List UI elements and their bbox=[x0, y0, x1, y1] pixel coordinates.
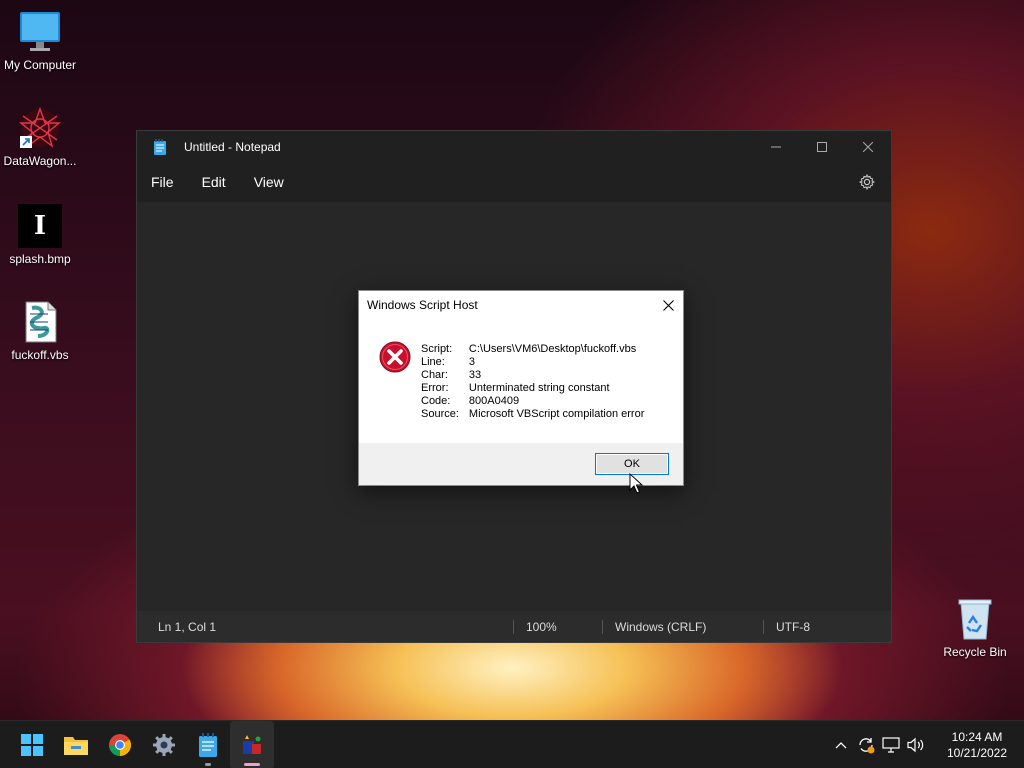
error-detail-value: 33 bbox=[468, 369, 482, 381]
status-zoom: 100% bbox=[526, 619, 557, 634]
error-detail-value: 3 bbox=[468, 356, 476, 368]
volume-button[interactable] bbox=[903, 721, 928, 768]
status-cursor-position: Ln 1, Col 1 bbox=[158, 619, 217, 634]
monitor-icon bbox=[18, 10, 62, 54]
sync-icon bbox=[858, 738, 874, 754]
settings-button[interactable] bbox=[849, 167, 885, 197]
gear-icon bbox=[859, 174, 875, 190]
menu-view[interactable]: View bbox=[244, 168, 294, 196]
error-detail-row: Code: 800A0409 bbox=[419, 395, 652, 408]
desktop-icon-label: splash.bmp bbox=[9, 252, 71, 266]
status-encoding: UTF-8 bbox=[776, 619, 810, 634]
maximize-button[interactable] bbox=[799, 131, 845, 162]
clock-time: 10:24 AM bbox=[951, 730, 1003, 744]
taskbar-file-explorer[interactable] bbox=[54, 721, 98, 768]
notepad-status-bar: Ln 1, Col 1 100% Windows (CRLF) UTF-8 bbox=[137, 611, 891, 642]
taskbar-clock[interactable]: 10:24 AM 10/21/2022 bbox=[934, 729, 1020, 761]
system-tray: 10:24 AM 10/21/2022 bbox=[828, 721, 1024, 768]
taskbar: 10:24 AM 10/21/2022 bbox=[0, 720, 1024, 768]
error-detail-row: Script: C:\Users\VM6\Desktop\fuckoff.vbs bbox=[419, 343, 652, 356]
notepad-app-icon bbox=[153, 138, 167, 155]
error-detail-value: 800A0409 bbox=[468, 395, 520, 407]
close-button[interactable] bbox=[845, 131, 891, 162]
error-detail-row: Source: Microsoft VBScript compilation er… bbox=[419, 408, 652, 421]
desktop-icon-recycle-bin[interactable]: Recycle Bin bbox=[935, 597, 1015, 659]
chevron-up-icon bbox=[835, 742, 846, 749]
start-icon bbox=[21, 734, 43, 756]
error-detail-value: Microsoft VBScript compilation error bbox=[468, 408, 645, 420]
error-detail-key: Source: bbox=[421, 408, 459, 420]
status-line-ending: Windows (CRLF) bbox=[615, 619, 707, 634]
network-icon bbox=[881, 737, 900, 753]
desktop-icon-label: fuckoff.vbs bbox=[11, 348, 69, 362]
desktop-icon-label: DataWagon... bbox=[3, 154, 77, 168]
datawagon-shortcut-icon bbox=[18, 106, 62, 150]
menu-edit[interactable]: Edit bbox=[192, 168, 236, 196]
error-detail-key: Char: bbox=[421, 369, 448, 381]
error-detail-key: Error: bbox=[421, 382, 449, 394]
vbscript-file-icon bbox=[18, 300, 62, 344]
file-explorer-icon bbox=[64, 737, 88, 755]
menu-file[interactable]: File bbox=[141, 168, 184, 196]
error-detail-row: Error: Unterminated string constant bbox=[419, 382, 652, 395]
desktop-icon-fuckoff-vbs[interactable]: fuckoff.vbs bbox=[0, 300, 80, 362]
maximize-icon bbox=[817, 141, 827, 152]
error-detail-value: C:\Users\VM6\Desktop\fuckoff.vbs bbox=[468, 343, 637, 355]
notepad-title-bar[interactable]: Untitled - Notepad bbox=[137, 131, 891, 162]
dialog-body: Script: C:\Users\VM6\Desktop\fuckoff.vbs L… bbox=[359, 319, 683, 443]
speaker-icon bbox=[906, 737, 923, 753]
splash-glyph: I bbox=[33, 211, 47, 241]
minimize-icon bbox=[771, 146, 781, 147]
desktop-icon-my-computer[interactable]: My Computer bbox=[0, 10, 80, 72]
error-detail-row: Line: 3 bbox=[419, 356, 652, 369]
desktop-icon-splash-bmp[interactable]: I splash.bmp bbox=[0, 204, 80, 266]
desktop-icon-label: Recycle Bin bbox=[943, 645, 1007, 659]
desktop-icon-label: My Computer bbox=[3, 58, 77, 72]
taskbar-wsh[interactable] bbox=[230, 721, 274, 768]
update-status-button[interactable] bbox=[853, 721, 878, 768]
close-icon bbox=[662, 299, 674, 311]
wsh-icon bbox=[243, 735, 261, 754]
notepad-icon bbox=[199, 733, 217, 757]
error-icon bbox=[379, 341, 411, 373]
dialog-close-button[interactable] bbox=[653, 291, 683, 319]
error-details: Script: C:\Users\VM6\Desktop\fuckoff.vbs L… bbox=[419, 343, 652, 421]
dialog-title-bar[interactable]: Windows Script Host bbox=[359, 291, 683, 319]
desktop-icon-datawagon[interactable]: DataWagon... bbox=[0, 106, 80, 168]
bitmap-file-icon: I bbox=[18, 204, 62, 248]
minimize-button[interactable] bbox=[753, 131, 799, 162]
error-detail-key: Code: bbox=[421, 395, 451, 407]
ok-button[interactable]: OK bbox=[595, 453, 669, 475]
close-icon bbox=[863, 141, 873, 152]
notepad-menu-bar: File Edit View bbox=[137, 162, 891, 202]
notepad-title: Untitled - Notepad bbox=[184, 139, 281, 154]
taskbar-chrome[interactable] bbox=[98, 721, 142, 768]
show-hidden-icons-button[interactable] bbox=[828, 721, 853, 768]
taskbar-notepad[interactable] bbox=[186, 721, 230, 768]
dialog-title: Windows Script Host bbox=[367, 298, 478, 312]
wsh-error-dialog[interactable]: Windows Script Host Script: C:\Users\VM6\… bbox=[358, 290, 684, 486]
settings-icon bbox=[153, 734, 175, 756]
error-detail-value: Unterminated string constant bbox=[468, 382, 610, 394]
clock-date: 10/21/2022 bbox=[946, 746, 1008, 760]
start-button[interactable] bbox=[10, 721, 54, 768]
taskbar-settings[interactable] bbox=[142, 721, 186, 768]
recycle-bin-icon bbox=[953, 597, 997, 641]
error-detail-key: Line: bbox=[421, 356, 445, 368]
chrome-icon bbox=[109, 734, 131, 756]
network-button[interactable] bbox=[878, 721, 903, 768]
error-detail-row: Char: 33 bbox=[419, 369, 652, 382]
error-detail-key: Script: bbox=[421, 343, 453, 355]
mouse-cursor-icon bbox=[629, 472, 644, 495]
